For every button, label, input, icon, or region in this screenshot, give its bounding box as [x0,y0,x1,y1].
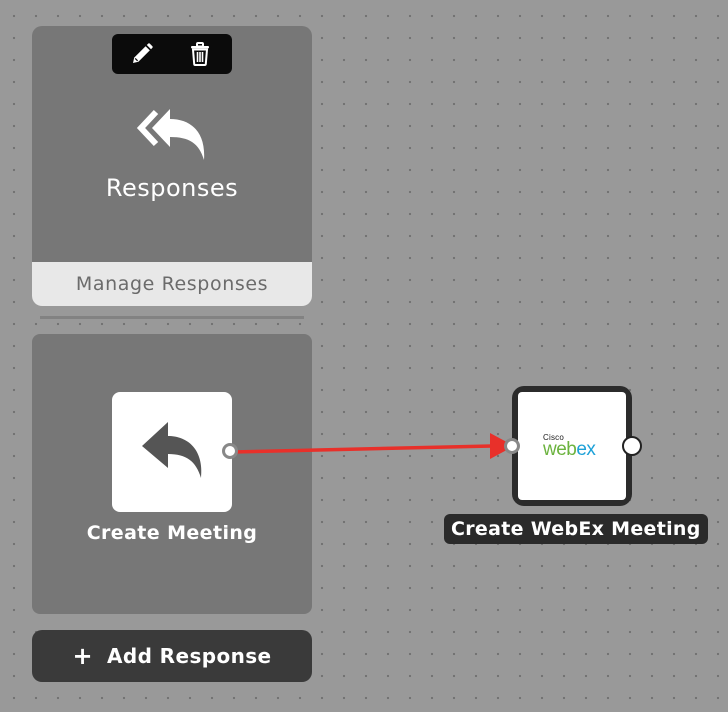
divider [40,316,304,319]
trash-icon [191,42,209,66]
plus-icon: + [72,642,93,670]
reply-all-icon [136,109,205,160]
webex-logo-part2: ex [576,439,596,460]
manage-responses-button[interactable]: Manage Responses [32,262,312,306]
input-port[interactable] [504,438,520,454]
create-meeting-label: Create Meeting [86,522,258,544]
webex-node-label: Create WebEx Meeting [444,514,708,544]
output-port[interactable] [222,443,238,459]
delete-button[interactable] [170,34,230,74]
reply-icon [142,422,202,478]
add-response-button[interactable]: + Add Response [32,630,312,682]
responses-title: Responses [105,174,239,202]
edit-button[interactable] [112,34,172,74]
add-response-label: Add Response [107,644,272,668]
create-meeting-node[interactable] [112,392,232,512]
webex-node[interactable]: Cisco webex [512,386,632,506]
webex-logo-text: webex [543,439,596,461]
card-toolbar [112,34,232,74]
pencil-icon [133,43,153,63]
responses-card: Responses Manage Responses [32,26,312,306]
webex-logo-part1: web [543,439,577,460]
webex-logo: Cisco webex [518,392,626,500]
webex-output-port[interactable] [622,436,642,456]
